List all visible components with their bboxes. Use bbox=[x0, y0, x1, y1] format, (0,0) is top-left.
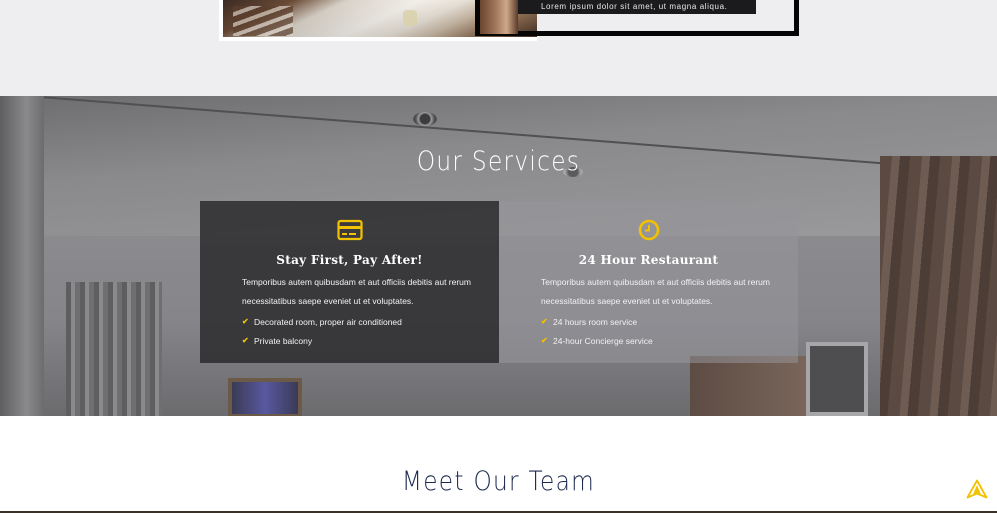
service-description: Temporibus autem quibusdam et aut offici… bbox=[541, 277, 770, 306]
feature-text: 24 hours room service bbox=[553, 317, 638, 327]
service-feature-item: ✔ Private balcony bbox=[242, 332, 402, 351]
checkmark-icon: ✔ bbox=[242, 335, 249, 345]
team-heading: Meet Our Team bbox=[401, 466, 596, 497]
team-section: Meet Our Team bbox=[0, 416, 997, 513]
checkmark-icon: ✔ bbox=[541, 317, 548, 326]
interior-photo bbox=[480, 0, 518, 34]
service-card-restaurant: 24 Hour Restaurant Temporibus autem quib… bbox=[499, 201, 798, 363]
about-section-bottom: Lorem ipsum dolor sit amet, ut magna ali… bbox=[0, 0, 997, 96]
service-feature-list: ✔ Decorated room, proper air conditioned … bbox=[242, 313, 402, 350]
checkmark-icon: ✔ bbox=[541, 335, 548, 345]
navigation-arrow-icon[interactable] bbox=[966, 479, 988, 499]
background-picture-frame bbox=[228, 378, 302, 416]
service-feature-item: ✔ 24-hour Concierge service bbox=[541, 332, 653, 351]
service-feature-list: ✔ 24 hours room service ✔ 24-hour Concierg… bbox=[541, 313, 653, 350]
ceiling-lamp bbox=[413, 112, 437, 126]
checkmark-icon: ✔ bbox=[242, 317, 249, 326]
background-wood-cabinet bbox=[690, 356, 810, 416]
services-heading: Our Services bbox=[416, 146, 581, 177]
feature-text: Private balcony bbox=[254, 335, 313, 346]
background-wall bbox=[0, 96, 44, 416]
service-title: Stay First, Pay After! bbox=[276, 253, 423, 267]
clock-icon bbox=[638, 219, 660, 241]
about-caption: Lorem ipsum dolor sit amet, ut magna ali… bbox=[518, 0, 756, 14]
background-doorway bbox=[806, 342, 868, 416]
feature-text: Decorated room, proper air conditioned bbox=[254, 317, 402, 327]
service-feature-item: ✔ Decorated room, proper air conditioned bbox=[242, 313, 402, 332]
service-description: Temporibus autem quibusdam et aut offici… bbox=[242, 277, 471, 306]
service-title: 24 Hour Restaurant bbox=[578, 253, 719, 267]
service-feature-item: ✔ 24 hours room service bbox=[541, 313, 653, 332]
background-curtain bbox=[66, 282, 162, 416]
background-wood-panel bbox=[880, 156, 997, 416]
feature-text: 24-hour Concierge service bbox=[553, 335, 653, 346]
credit-card-icon bbox=[337, 219, 363, 241]
services-section: Our Services Stay First, Pay After! Temp… bbox=[0, 96, 997, 416]
service-card-pay-after: Stay First, Pay After! Temporibus autem … bbox=[200, 201, 499, 363]
